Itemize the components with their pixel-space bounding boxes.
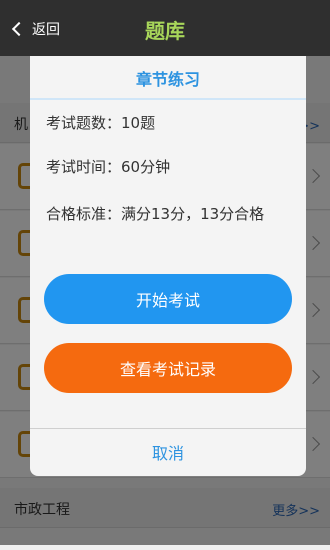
pass-standard: 合格标准：满分13分，13分合格 — [46, 205, 265, 223]
chapter-practice-dialog: 章节练习 考试题数：10题 考试时间：60分钟 合格标准：满分13分，13分合格… — [30, 56, 306, 476]
dialog-title: 章节练习 — [135, 70, 200, 89]
page-title: 题库 — [145, 19, 185, 43]
question-count: 考试题数：10题 — [46, 114, 156, 132]
bottom-strip — [0, 545, 330, 550]
view-records-button[interactable]: 查看考试记录 — [44, 343, 292, 393]
dialog-divider — [30, 98, 306, 100]
start-exam-button[interactable]: 开始考试 — [44, 274, 292, 324]
exam-time: 考试时间：60分钟 — [46, 158, 171, 176]
top-bar: 返回 题库 — [0, 0, 330, 56]
cancel-button[interactable]: 取消 — [30, 428, 306, 476]
